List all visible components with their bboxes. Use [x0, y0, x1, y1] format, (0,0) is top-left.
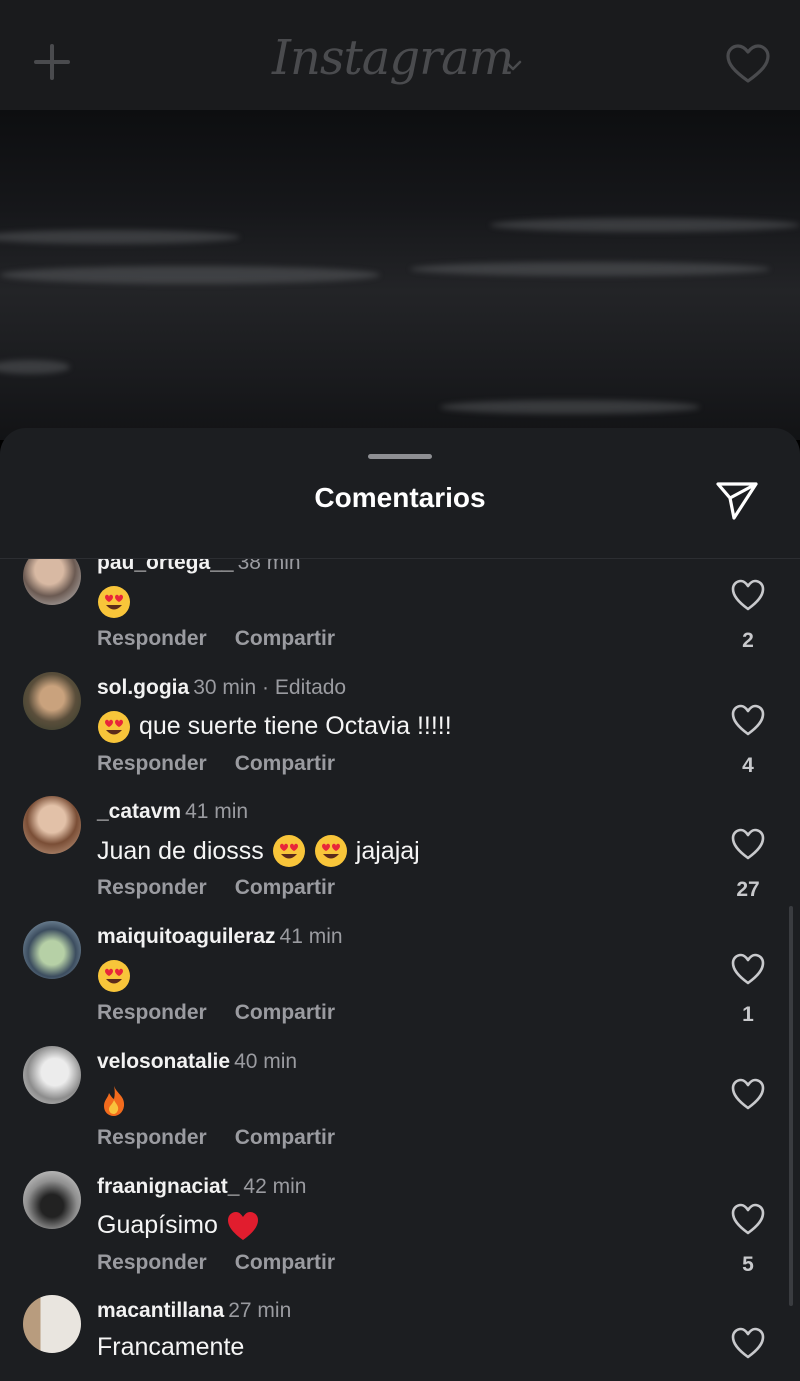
- comment-body: que suerte tiene Octavia !!!!!: [139, 712, 452, 741]
- like-heart-icon[interactable]: [730, 1076, 766, 1110]
- comment-text: [97, 585, 131, 619]
- comment-body: Francamente: [97, 1333, 245, 1362]
- comment-time: 41 min: [185, 800, 249, 824]
- comment-item[interactable]: maiquitoaguileraz 41 min Responder Comparti…: [0, 921, 800, 1046]
- avatar[interactable]: [23, 1045, 81, 1104]
- comment-actions: Responder Compartir: [97, 752, 363, 776]
- reply-button[interactable]: Responder: [97, 1251, 207, 1274]
- comment-item[interactable]: macantillana 27 min Francamente: [0, 1295, 800, 1381]
- like-heart-icon[interactable]: [730, 1325, 766, 1359]
- comment-text: [97, 1084, 131, 1118]
- like-heart-icon[interactable]: [730, 1201, 766, 1235]
- reply-button[interactable]: Responder: [97, 876, 207, 899]
- comment-body: Guapísimo: [97, 1211, 218, 1239]
- comment-item[interactable]: velosonatalie 40 min Responder Compartir: [0, 1045, 800, 1171]
- comment-time: 38 min: [237, 559, 301, 574]
- comment-username[interactable]: velosonatalie: [97, 1050, 230, 1073]
- comment-time: 40 min: [234, 1049, 298, 1073]
- share-button[interactable]: Compartir: [235, 1001, 335, 1024]
- comment-time: 42 min: [243, 1174, 307, 1198]
- comment-text: Juan de diosss jajajaj: [97, 834, 420, 868]
- reply-button[interactable]: Responder: [97, 1001, 207, 1024]
- plus-icon[interactable]: [30, 40, 74, 84]
- heart-eyes-emoji-icon: [272, 834, 306, 868]
- like-heart-icon[interactable]: [730, 826, 766, 860]
- heart-eyes-emoji-icon: [97, 585, 131, 619]
- instagram-logo[interactable]: Instagram: [272, 30, 514, 86]
- like-count: 4: [742, 753, 754, 777]
- comment-body-suffix: jajajaj: [355, 836, 420, 865]
- comment-header: maiquitoaguileraz 41 min: [97, 925, 343, 949]
- comment-time: 41 min: [279, 925, 343, 949]
- like-count: 5: [742, 1252, 754, 1276]
- comment-text: Guapísimo: [97, 1209, 260, 1243]
- comment-username[interactable]: fraanignaciat_: [97, 1175, 239, 1198]
- avatar[interactable]: [23, 796, 81, 855]
- share-button[interactable]: Compartir: [235, 1126, 335, 1149]
- comment-time: 27 min: [228, 1299, 292, 1323]
- comments-sheet: Comentarios pau_ortega__ 38 min Responder C…: [0, 428, 800, 1381]
- comment-item[interactable]: sol.gogia 30 min · Editado que suerte tien…: [0, 671, 800, 797]
- like-heart-icon[interactable]: [730, 577, 766, 611]
- avatar[interactable]: [23, 1170, 81, 1229]
- comment-time: 30 min · Editado: [193, 675, 347, 699]
- sheet-drag-handle[interactable]: [368, 454, 432, 459]
- heart-eyes-emoji-icon: [314, 834, 348, 868]
- like-count: 27: [736, 878, 760, 902]
- share-button[interactable]: Compartir: [235, 1251, 335, 1274]
- comment-item[interactable]: pau_ortega__ 38 min Responder Compartir 2: [0, 559, 800, 672]
- comment-actions: Responder Compartir: [97, 1251, 363, 1275]
- like-heart-icon[interactable]: [730, 951, 766, 985]
- avatar[interactable]: [23, 1295, 81, 1354]
- comment-header: pau_ortega__ 38 min: [97, 559, 301, 575]
- reply-button[interactable]: Responder: [97, 1126, 207, 1149]
- avatar[interactable]: [23, 559, 81, 605]
- sheet-title: Comentarios: [314, 482, 486, 513]
- comment-header: fraanignaciat_ 42 min: [97, 1175, 306, 1199]
- comment-text: [97, 959, 131, 993]
- comment-text: Francamente: [97, 1333, 244, 1362]
- comment-text: que suerte tiene Octavia !!!!!: [97, 710, 452, 744]
- comment-username[interactable]: pau_ortega__: [97, 559, 234, 574]
- share-button[interactable]: Compartir: [235, 627, 335, 650]
- comment-body: Juan de diosss: [97, 836, 264, 865]
- comment-item[interactable]: fraanignaciat_ 42 min Guapísimo Responder Co…: [0, 1170, 800, 1296]
- feed-header: Instagram: [0, 0, 800, 110]
- comments-list[interactable]: pau_ortega__ 38 min Responder Compartir 2 sol…: [0, 559, 800, 1381]
- comment-header: velosonatalie 40 min: [97, 1050, 297, 1074]
- comment-username[interactable]: macantillana: [97, 1299, 224, 1322]
- comment-username[interactable]: maiquitoaguileraz: [97, 925, 276, 948]
- scrollbar[interactable]: [789, 906, 793, 1306]
- share-button[interactable]: Compartir: [235, 876, 335, 899]
- avatar[interactable]: [23, 671, 81, 730]
- chevron-down-icon[interactable]: [502, 56, 524, 76]
- send-icon[interactable]: [714, 480, 760, 522]
- red-heart-emoji-icon: [226, 1209, 260, 1243]
- reply-button[interactable]: Responder: [97, 627, 207, 650]
- comment-actions: Responder Compartir: [97, 1126, 363, 1150]
- comment-actions: Responder Compartir: [97, 1001, 363, 1025]
- comment-item[interactable]: _catavm 41 min Juan de diosss jajajaj Respon…: [0, 796, 800, 921]
- like-count: 2: [742, 629, 754, 652]
- comment-username[interactable]: _catavm: [97, 800, 181, 823]
- heart-eyes-emoji-icon: [97, 710, 131, 744]
- comment-actions: Responder Compartir: [97, 876, 363, 900]
- comment-header: sol.gogia 30 min · Editado: [97, 676, 346, 700]
- avatar[interactable]: [23, 921, 81, 980]
- comment-header: macantillana 27 min: [97, 1299, 291, 1323]
- heart-icon[interactable]: [724, 40, 772, 88]
- post-photo: [0, 110, 800, 440]
- share-button[interactable]: Compartir: [235, 752, 335, 775]
- comment-header: _catavm 41 min: [97, 800, 248, 824]
- heart-eyes-emoji-icon: [97, 959, 131, 993]
- reply-button[interactable]: Responder: [97, 752, 207, 775]
- fire-emoji-icon: [97, 1084, 131, 1118]
- comment-username[interactable]: sol.gogia: [97, 676, 189, 699]
- like-heart-icon[interactable]: [730, 702, 766, 736]
- comment-actions: Responder Compartir: [97, 627, 363, 651]
- like-count: 1: [742, 1003, 754, 1027]
